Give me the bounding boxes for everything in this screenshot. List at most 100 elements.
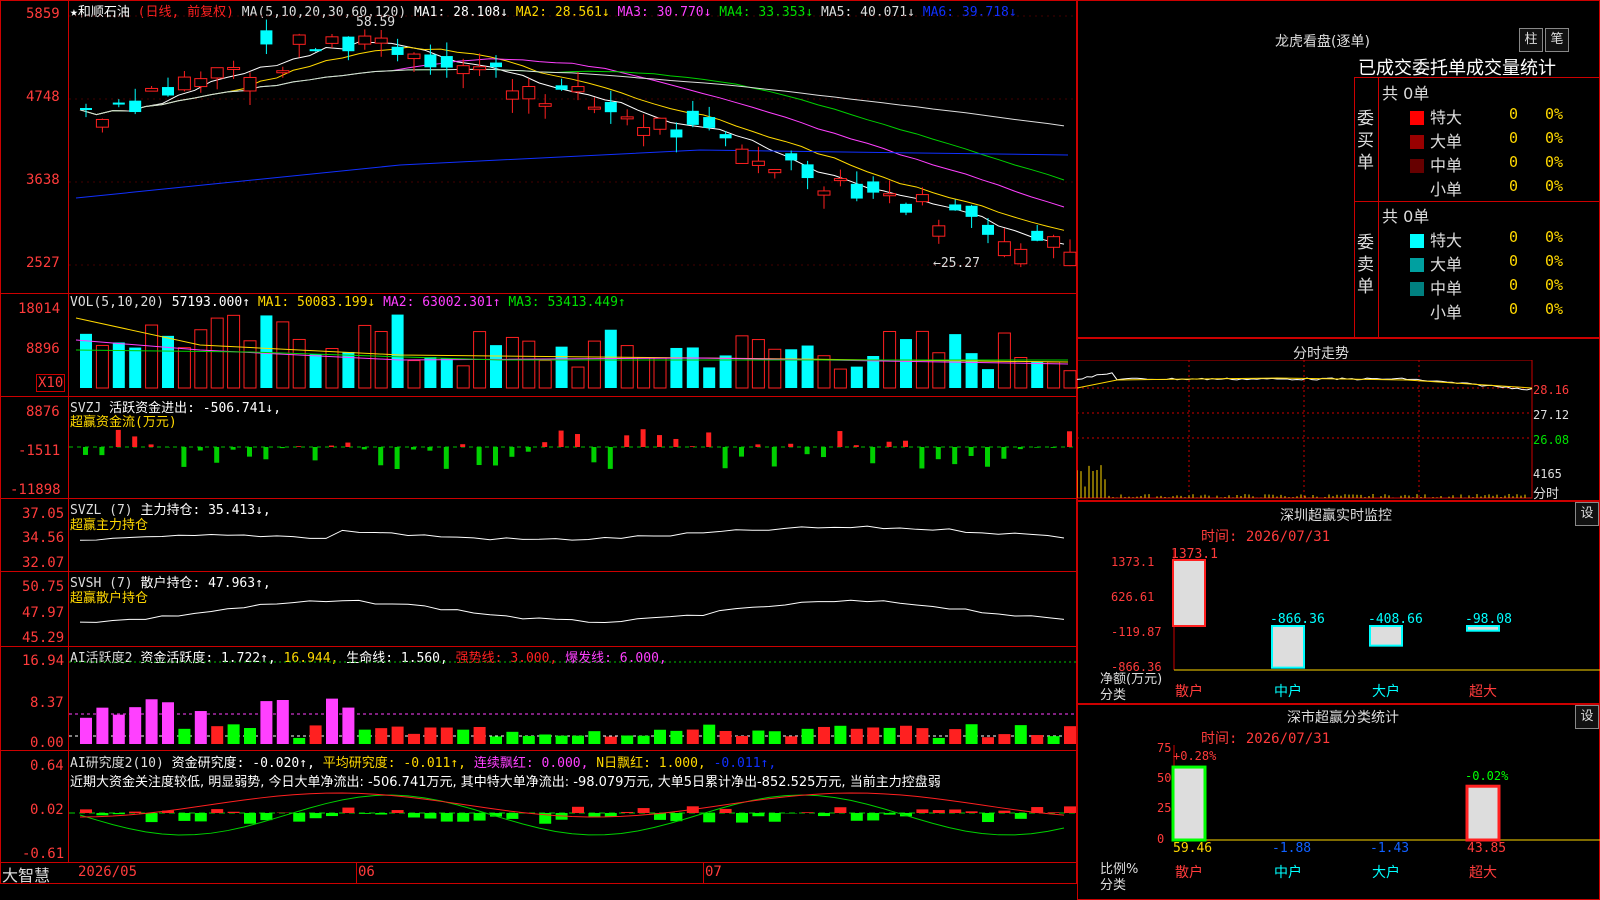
- activity-bar: [178, 728, 191, 744]
- fund-flow-bar: [345, 442, 351, 447]
- research-bar: [850, 813, 863, 821]
- sz-monitor-bar-label: -866.36: [1270, 612, 1325, 627]
- fund-flow-bar: [132, 436, 138, 447]
- retail-holding-line: [79, 599, 1065, 624]
- volume-bar: [587, 340, 601, 389]
- kline-chart[interactable]: [0, 0, 1077, 884]
- order-color-swatch: [1410, 159, 1424, 173]
- research-bar: [260, 813, 273, 821]
- activity-bar: [309, 725, 322, 744]
- activity-bar: [604, 736, 617, 744]
- research-bar: [244, 813, 256, 824]
- candle-body: [80, 107, 92, 110]
- candle-body: [177, 76, 191, 91]
- activity-bar: [424, 727, 437, 744]
- volume-bar: [932, 352, 946, 389]
- candle-body: [1031, 230, 1044, 241]
- fenshi-axis-label: 4165: [1533, 467, 1562, 481]
- fund-flow-bar: [919, 447, 925, 469]
- fund-flow-bar: [148, 444, 154, 447]
- sz-monitor-bar: [1172, 559, 1206, 627]
- volume-bar: [801, 345, 814, 388]
- fund-flow-bar: [607, 447, 613, 469]
- candle-body: [571, 86, 585, 93]
- activity-bar: [539, 734, 552, 744]
- stroke-mode-button[interactable]: 笔: [1545, 28, 1569, 52]
- volume-bar: [112, 342, 125, 388]
- sz-monitor-axis-label: -866.36: [1111, 660, 1162, 674]
- research-bar: [604, 813, 617, 817]
- fund-flow-bar: [1067, 431, 1072, 447]
- order-row: 特大: [1410, 104, 1462, 128]
- research-bar: [637, 808, 650, 813]
- order-row-qty: 0: [1509, 105, 1519, 123]
- sz-monitor-category: 大户: [1372, 683, 1400, 700]
- sz-class-axis-label: 0: [1157, 832, 1164, 846]
- fund-flow-bar: [903, 440, 908, 447]
- fund-flow-bar: [640, 429, 646, 447]
- candle-body: [325, 36, 339, 44]
- candle-body: [112, 102, 125, 105]
- sz-class-chart[interactable]: 75 50 25 0 59.46 散户 -1.88 中户 -1.43 大户 43.85 超大 +0.28…: [1077, 740, 1600, 900]
- activity-bar: [719, 730, 732, 744]
- fund-flow-bar: [591, 447, 597, 463]
- fund-flow-bar: [296, 446, 302, 447]
- fund-flow-bar: [673, 438, 679, 447]
- volume-bar: [407, 360, 421, 389]
- bar-mode-button[interactable]: 柱: [1519, 28, 1543, 52]
- fund-flow-bar: [476, 447, 482, 466]
- lhb-mid-line: [1354, 201, 1600, 202]
- activity-bar: [900, 725, 912, 744]
- candle-body: [490, 62, 502, 68]
- activity-bar: [211, 726, 224, 744]
- activity-bar: [883, 727, 896, 744]
- order-row-qty: 0: [1509, 153, 1519, 171]
- candle-body: [407, 53, 421, 60]
- order-color-swatch: [1410, 183, 1424, 197]
- sz-monitor-settings-button[interactable]: 设: [1575, 502, 1599, 526]
- fund-flow-bar: [329, 445, 334, 447]
- research-line: [79, 794, 1065, 836]
- volume-bar: [686, 347, 699, 388]
- candle-body: [997, 241, 1011, 257]
- volume-bar: [505, 336, 519, 389]
- activity-bar: [342, 707, 355, 744]
- candle-body: [292, 34, 306, 45]
- activity-bar: [358, 729, 371, 744]
- sz-class-settings-button[interactable]: 设: [1575, 705, 1599, 729]
- fund-flow-bar: [985, 447, 990, 467]
- candle-body: [768, 168, 782, 174]
- candle-body: [473, 66, 487, 71]
- research-bar: [194, 813, 207, 822]
- research-bar: [342, 807, 355, 813]
- research-bar: [457, 813, 470, 822]
- research-bar: [834, 807, 847, 813]
- activity-bar: [276, 700, 289, 744]
- sz-monitor-category: 散户: [1175, 683, 1203, 700]
- candle-body: [932, 225, 946, 237]
- fund-flow-bar: [247, 447, 252, 457]
- fund-flow-bar: [460, 444, 466, 447]
- order-row-pct: 0%: [1545, 228, 1564, 246]
- activity-bar: [916, 728, 929, 744]
- volume-bar: [194, 329, 208, 389]
- candle-body: [719, 134, 732, 139]
- research-bar: [736, 813, 748, 823]
- volume-bar: [735, 335, 749, 389]
- sz-monitor-category: 超大: [1469, 684, 1497, 700]
- fund-flow-bar: [952, 447, 958, 465]
- candle-body: [522, 86, 536, 100]
- activity-bar: [572, 735, 584, 744]
- fenshi-chart[interactable]: [1077, 360, 1533, 500]
- fund-flow-bar: [771, 447, 777, 467]
- order-row-pct: 0%: [1545, 153, 1564, 171]
- candle-body: [833, 178, 847, 182]
- candle-body: [801, 164, 814, 179]
- lhb-left-line: [1354, 77, 1355, 337]
- fenshi-axis-label: 分时: [1533, 487, 1560, 502]
- candle-body: [538, 103, 552, 107]
- candle-body: [653, 117, 667, 130]
- research-bar: [932, 810, 945, 813]
- sz-monitor-chart[interactable]: 1373.1 626.61 -119.87 -866.36 1373.1 散户 -866.3…: [1077, 540, 1600, 704]
- order-row-qty: 0: [1509, 300, 1519, 318]
